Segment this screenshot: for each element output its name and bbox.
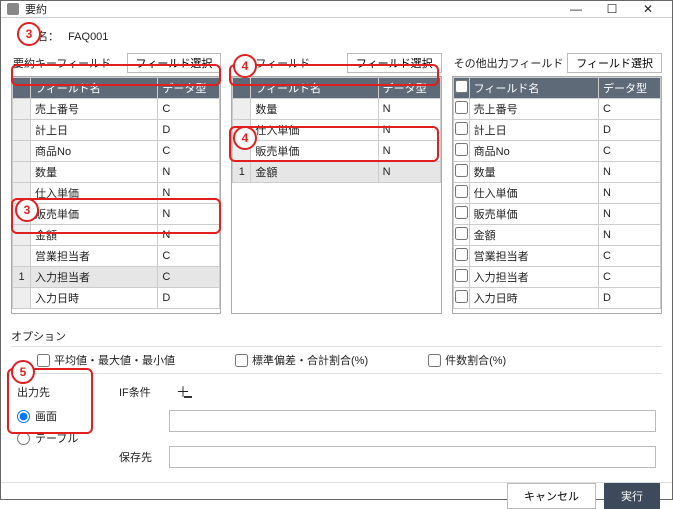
table-row[interactable]: 販売単価N [233, 141, 440, 162]
table-row[interactable]: 商品NoC [13, 141, 220, 162]
table-row[interactable]: 売上番号C [13, 99, 220, 120]
destination-title: 出力先 [17, 384, 107, 400]
key-fields-grid[interactable]: フィールド名データ型売上番号C計上日D商品NoC数量N仕入単価N販売単価N金額N… [11, 76, 221, 314]
other-fields-panel: その他出力フィールド フィールド選択 フィールド名データ型売上番号C計上日D商品… [452, 52, 662, 314]
table-row[interactable]: 入力日時D [453, 288, 660, 309]
table-row[interactable]: 1金額N [233, 162, 440, 183]
subtotal-fields-grid[interactable]: フィールド名データ型数量N仕入単価N販売単価N1金額N [231, 76, 441, 314]
other-fields-title: その他出力フィールド [452, 55, 568, 71]
cnt-checkbox[interactable] [428, 354, 441, 367]
table-row[interactable]: 計上日D [453, 120, 660, 141]
name-label: 名： [37, 31, 59, 43]
dest-screen-radio[interactable] [17, 410, 30, 423]
table-row[interactable]: 1入力担当者C [13, 267, 220, 288]
table-row[interactable]: 入力担当者C [453, 267, 660, 288]
header-checkbox[interactable] [455, 80, 468, 93]
table-row[interactable]: 営業担当者C [453, 246, 660, 267]
destination-group: 出力先 画面 テーブル [11, 380, 113, 482]
cancel-button[interactable]: キャンセル [507, 483, 596, 509]
name-value: FAQ001 [68, 31, 108, 43]
if-add-icon[interactable]: ＋ [175, 384, 191, 400]
window-title: 要約 [25, 1, 558, 17]
minimize-button[interactable]: — [558, 1, 594, 17]
subtotal-select-fields-button[interactable]: フィールド選択 [347, 53, 442, 73]
option-avg[interactable]: 平均値・最大値・最小値 [37, 352, 175, 368]
option-std[interactable]: 標準偏差・合計割合(%) [235, 352, 368, 368]
subtotal-fields-title: 小計フィールド [231, 55, 347, 71]
key-fields-panel: 要約キーフィールド フィールド選択 フィールド名データ型売上番号C計上日D商品N… [11, 52, 221, 314]
if-label: IF条件 [119, 384, 169, 400]
table-row[interactable]: 営業担当者C [13, 246, 220, 267]
app-icon [7, 3, 19, 15]
key-fields-title: 要約キーフィールド [11, 55, 127, 71]
run-button[interactable]: 実行 [604, 483, 660, 509]
table-row[interactable]: 数量N [13, 162, 220, 183]
dest-table-radio[interactable] [17, 432, 30, 445]
maximize-button[interactable]: ☐ [594, 1, 630, 17]
options-section: オプション 平均値・最大値・最小値 標準偏差・合計割合(%) 件数割合(%) [11, 328, 662, 374]
table-row[interactable]: 数量N [453, 162, 660, 183]
table-row[interactable]: 販売単価N [13, 204, 220, 225]
dest-screen[interactable]: 画面 [17, 408, 107, 424]
name-row: 名： FAQ001 [37, 28, 662, 44]
table-row[interactable]: 売上番号C [453, 99, 660, 120]
titlebar: 要約 — ☐ ✕ [1, 1, 672, 18]
table-row[interactable]: 金額N [13, 225, 220, 246]
save-label: 保存先 [119, 449, 169, 465]
table-row[interactable]: 仕入単価N [13, 183, 220, 204]
dest-table[interactable]: テーブル [17, 430, 107, 446]
options-title: オプション [11, 328, 662, 344]
avg-checkbox[interactable] [37, 354, 50, 367]
table-row[interactable]: 入力日時D [13, 288, 220, 309]
other-fields-grid[interactable]: フィールド名データ型売上番号C計上日D商品NoC数量N仕入単価N販売単価N金額N… [452, 76, 662, 314]
table-row[interactable]: 商品NoC [453, 141, 660, 162]
close-button[interactable]: ✕ [630, 1, 666, 17]
other-select-fields-button[interactable]: フィールド選択 [567, 53, 662, 73]
table-row[interactable]: 仕入単価N [233, 120, 440, 141]
option-cnt[interactable]: 件数割合(%) [428, 352, 506, 368]
save-path-input[interactable] [169, 446, 656, 468]
table-row[interactable]: 仕入単価N [453, 183, 660, 204]
table-row[interactable]: 金額N [453, 225, 660, 246]
subtotal-fields-panel: 小計フィールド フィールド選択 フィールド名データ型数量N仕入単価N販売単価N1… [231, 52, 441, 314]
key-select-fields-button[interactable]: フィールド選択 [127, 53, 222, 73]
table-row[interactable]: 数量N [233, 99, 440, 120]
table-row[interactable]: 販売単価N [453, 204, 660, 225]
table-row[interactable]: 計上日D [13, 120, 220, 141]
if-condition-input[interactable] [169, 410, 656, 432]
std-checkbox[interactable] [235, 354, 248, 367]
footer: キャンセル 実行 [1, 482, 672, 509]
